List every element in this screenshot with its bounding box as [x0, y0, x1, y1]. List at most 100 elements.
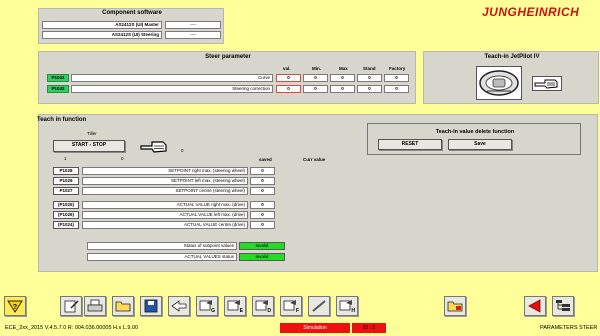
param-max-steering-correction: 0	[330, 85, 355, 93]
actual-code-p1025[interactable]: (P1025)	[53, 201, 79, 209]
actual-code-p1026[interactable]: (P1026)	[53, 211, 79, 219]
function-f-letter: F	[295, 308, 299, 314]
print-button[interactable]	[84, 296, 106, 316]
param-factory-curve: 0	[384, 74, 409, 82]
param-stand-curve: 0	[357, 74, 382, 82]
header-min: Min.	[312, 66, 321, 71]
setpoint-value-left: 0	[250, 177, 275, 185]
actual-name-centre: ACTUAL VALUE centre (drive)	[82, 221, 248, 229]
param-factory-steering-correction: 0	[384, 85, 409, 93]
teach-function-title: Teach in function	[37, 117, 87, 123]
teach-jetpilot-title: Teach-in JetPilot IV	[484, 54, 540, 60]
teach-jetpilot-panel: Teach-in JetPilot IV	[423, 51, 599, 104]
start-stop-button[interactable]: START - STOP	[53, 140, 125, 152]
tree-icon	[556, 300, 570, 311]
component-name-master: AS2412S (UI) Master	[42, 21, 162, 29]
print-icon	[87, 299, 103, 312]
help-icon: ?	[7, 300, 23, 313]
param-button-p1041[interactable]: P1041	[47, 74, 69, 82]
zero-label: 0	[121, 156, 124, 161]
transfer-icon	[171, 300, 187, 312]
function-e-letter: E	[239, 308, 243, 314]
component-name-steering: AS2412S (UI) Steering	[42, 31, 162, 39]
param-name-curve: Curve	[71, 74, 273, 82]
transfer-button[interactable]	[168, 296, 190, 316]
pen-icon	[312, 300, 326, 312]
svg-text:?: ?	[13, 304, 17, 311]
actual-value-right: 0	[250, 201, 275, 209]
function-g-letter: G	[211, 308, 215, 314]
tree-button[interactable]	[552, 296, 574, 316]
actual-values-status-value: invalid	[239, 253, 285, 261]
component-value-steering: ----	[165, 31, 221, 39]
actual-value-centre: 0	[250, 221, 275, 229]
setpoint-value-centre: 0	[250, 187, 275, 195]
param-button-p1043[interactable]: P1043	[47, 85, 69, 93]
setpoint-code-p1028[interactable]: P1028	[53, 167, 79, 175]
saved-column-header: saved	[259, 157, 272, 162]
save-button[interactable]: Save	[448, 139, 512, 150]
version-info: ECE_2xx_2015 V.4.5.7.0 R: 004.036.00005 …	[5, 325, 139, 331]
setpoint-value-right: 0	[250, 167, 275, 175]
hand-pointer-icon[interactable]	[532, 76, 562, 91]
jetpilot-image-button[interactable]	[476, 66, 522, 100]
actual-value-left: 0	[250, 211, 275, 219]
param-name-steering-correction: Steering correction	[71, 85, 273, 93]
header-factory: Factory	[389, 66, 406, 71]
folder-icon	[115, 301, 131, 312]
steering-wheel-icon	[479, 70, 519, 96]
id-badge: ID : 0	[352, 323, 386, 333]
function-f-button[interactable]: F	[280, 296, 302, 316]
one-label: 1	[64, 156, 67, 161]
start-stop-hand-icon	[139, 139, 169, 154]
function-d-button[interactable]: D	[252, 296, 274, 316]
edit-button[interactable]	[60, 296, 82, 316]
steer-parameter-title: Steer parameter	[205, 54, 251, 60]
pen-button[interactable]	[308, 296, 330, 316]
actual-name-right: ACTUAL VALUE right max. (drive)	[82, 201, 248, 209]
param-min-curve: 0	[303, 74, 328, 82]
tiller-label: Tiller	[87, 131, 97, 136]
delete-function-panel: Teach-In value delete function RESET Sav…	[367, 123, 581, 155]
screen-name: PARAMETERS STEER	[540, 325, 598, 331]
back-button[interactable]	[524, 296, 546, 316]
setpoint-code-p1027[interactable]: P1027	[53, 187, 79, 195]
delete-function-title: Teach-In value delete function	[435, 129, 515, 135]
back-arrow-icon	[528, 299, 541, 313]
open-folder-button[interactable]	[444, 296, 466, 316]
save-disk-button[interactable]	[140, 296, 162, 316]
param-min-steering-correction: 0	[303, 85, 328, 93]
function-g-button[interactable]: G	[196, 296, 218, 316]
setpoint-code-p1029[interactable]: P1029	[53, 177, 79, 185]
actual-code-p1024[interactable]: (P1024)	[53, 221, 79, 229]
actual-name-left: ACTUAL VALUE left max. (drive)	[82, 211, 248, 219]
header-stand: Stand	[363, 66, 376, 71]
function-d-letter: D	[267, 308, 271, 314]
header-max: Max	[339, 66, 348, 71]
steer-parameter-panel: Steer parameter val. Min. Max Stand Fact…	[38, 51, 416, 104]
help-button[interactable]: ?	[4, 296, 26, 316]
reset-button[interactable]: RESET	[378, 139, 442, 150]
curr-value-column-header: Curr value	[303, 157, 326, 162]
param-max-curve: 0	[330, 74, 355, 82]
function-h-letter: H	[351, 308, 355, 314]
open-folder-icon	[447, 301, 463, 312]
param-val-curve[interactable]: 0	[276, 74, 301, 82]
component-value-master: ----	[165, 21, 221, 29]
subpoint-status-value: invalid	[239, 242, 285, 250]
param-val-steering-correction[interactable]: 0	[276, 85, 301, 93]
component-software-panel: Component software AS2412S (UI) Master -…	[38, 8, 224, 44]
subpoint-status-label: Status of subpoint values	[87, 242, 237, 250]
component-software-title: Component software	[102, 10, 162, 16]
edit-icon	[64, 300, 79, 313]
function-h-button[interactable]: H	[336, 296, 358, 316]
setpoint-name-centre: SETPOINT centre (steering wheel)	[82, 187, 248, 195]
open-button[interactable]	[112, 296, 134, 316]
function-e-button[interactable]: E	[224, 296, 246, 316]
actual-values-status-label: ACTUAL VALUES status	[87, 253, 237, 261]
setpoint-name-left: SETPOINT left max. (steering wheel)	[82, 177, 248, 185]
jungheinrich-logo: JUNGHEINRICH	[482, 5, 580, 19]
start-stop-value: 0	[181, 148, 184, 153]
simulation-badge: Simulation	[280, 323, 350, 333]
teach-function-panel: Teach in function Tiller START - STOP 0 …	[37, 114, 598, 272]
